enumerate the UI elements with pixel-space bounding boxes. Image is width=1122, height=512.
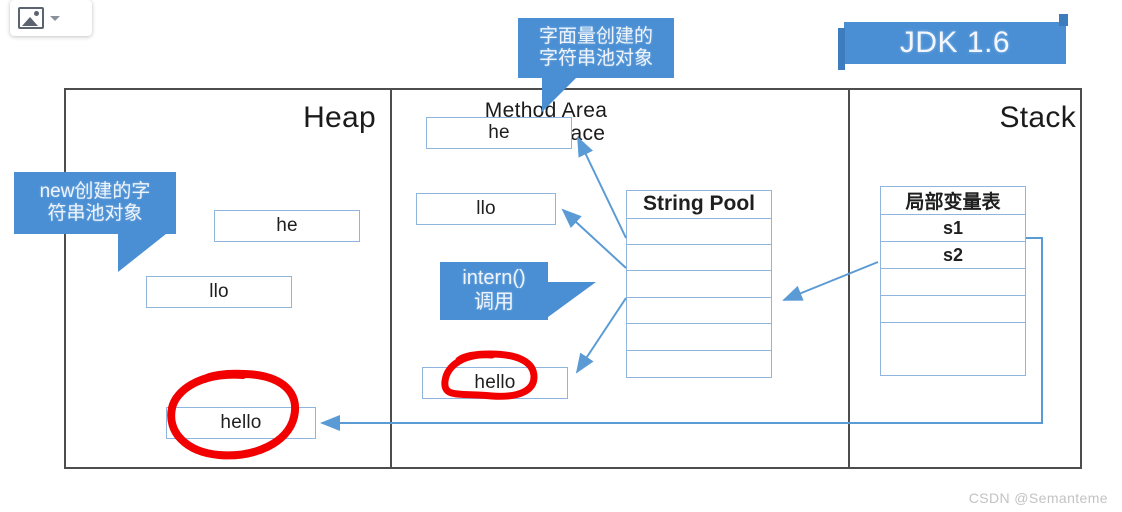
string-pool-row xyxy=(627,298,771,325)
local-var-row xyxy=(881,269,1025,296)
divider-methodarea-stack xyxy=(848,90,850,467)
screenshot-root: Heap Method Area Perm Space Stack he llo… xyxy=(0,0,1122,512)
string-pool-row xyxy=(627,324,771,351)
callout-new-line1: new创建的字 xyxy=(39,180,151,202)
heap-box-hello: hello xyxy=(166,407,316,439)
image-icon-mountain xyxy=(22,17,38,26)
string-pool-table: String Pool xyxy=(626,190,772,378)
callout-tail xyxy=(544,282,596,320)
permspace-box-hello: hello xyxy=(422,367,568,399)
callout-intern-line1: intern() xyxy=(462,267,526,290)
watermark: CSDN @Semanteme xyxy=(968,490,1108,506)
string-pool-row xyxy=(627,351,771,377)
region-title-heap: Heap xyxy=(303,101,376,134)
jdk-version-badge: JDK 1.6 xyxy=(838,14,1068,70)
callout-literal-line1: 字面量创建的 xyxy=(538,25,653,47)
callout-intern: intern() 调用 xyxy=(440,262,596,320)
heap-box-llo: llo xyxy=(146,276,292,308)
string-pool-row xyxy=(627,219,771,246)
divider-heap-methodarea xyxy=(390,90,392,467)
local-var-row-s1: s1 xyxy=(881,215,1025,242)
heap-box-he: he xyxy=(214,210,360,242)
callout-tail xyxy=(118,234,166,272)
callout-new-line2: 符串池对象 xyxy=(47,203,143,224)
image-toolbar[interactable] xyxy=(10,0,92,36)
chevron-down-icon[interactable] xyxy=(50,15,60,21)
region-title-stack: Stack xyxy=(999,101,1076,134)
local-variable-table: 局部变量表 s1 s2 xyxy=(880,186,1026,376)
local-var-row xyxy=(881,296,1025,323)
string-pool-row xyxy=(627,271,771,298)
permspace-box-he: he xyxy=(426,117,572,149)
callout-literal-string: 字面量创建的 字符串池对象 xyxy=(518,18,674,112)
local-var-row-s2: s2 xyxy=(881,242,1025,269)
string-pool-row xyxy=(627,245,771,272)
callout-tail xyxy=(542,78,576,112)
callout-new-string: new创建的字 符串池对象 xyxy=(14,172,176,272)
local-var-row xyxy=(881,323,1025,350)
image-icon-sun xyxy=(34,11,39,16)
permspace-box-llo: llo xyxy=(416,193,556,225)
local-var-table-header: 局部变量表 xyxy=(881,187,1025,215)
image-icon[interactable] xyxy=(18,7,44,29)
callout-literal-line2: 字符串池对象 xyxy=(538,48,653,69)
string-pool-header: String Pool xyxy=(627,191,771,219)
callout-intern-line2: 调用 xyxy=(474,291,514,313)
